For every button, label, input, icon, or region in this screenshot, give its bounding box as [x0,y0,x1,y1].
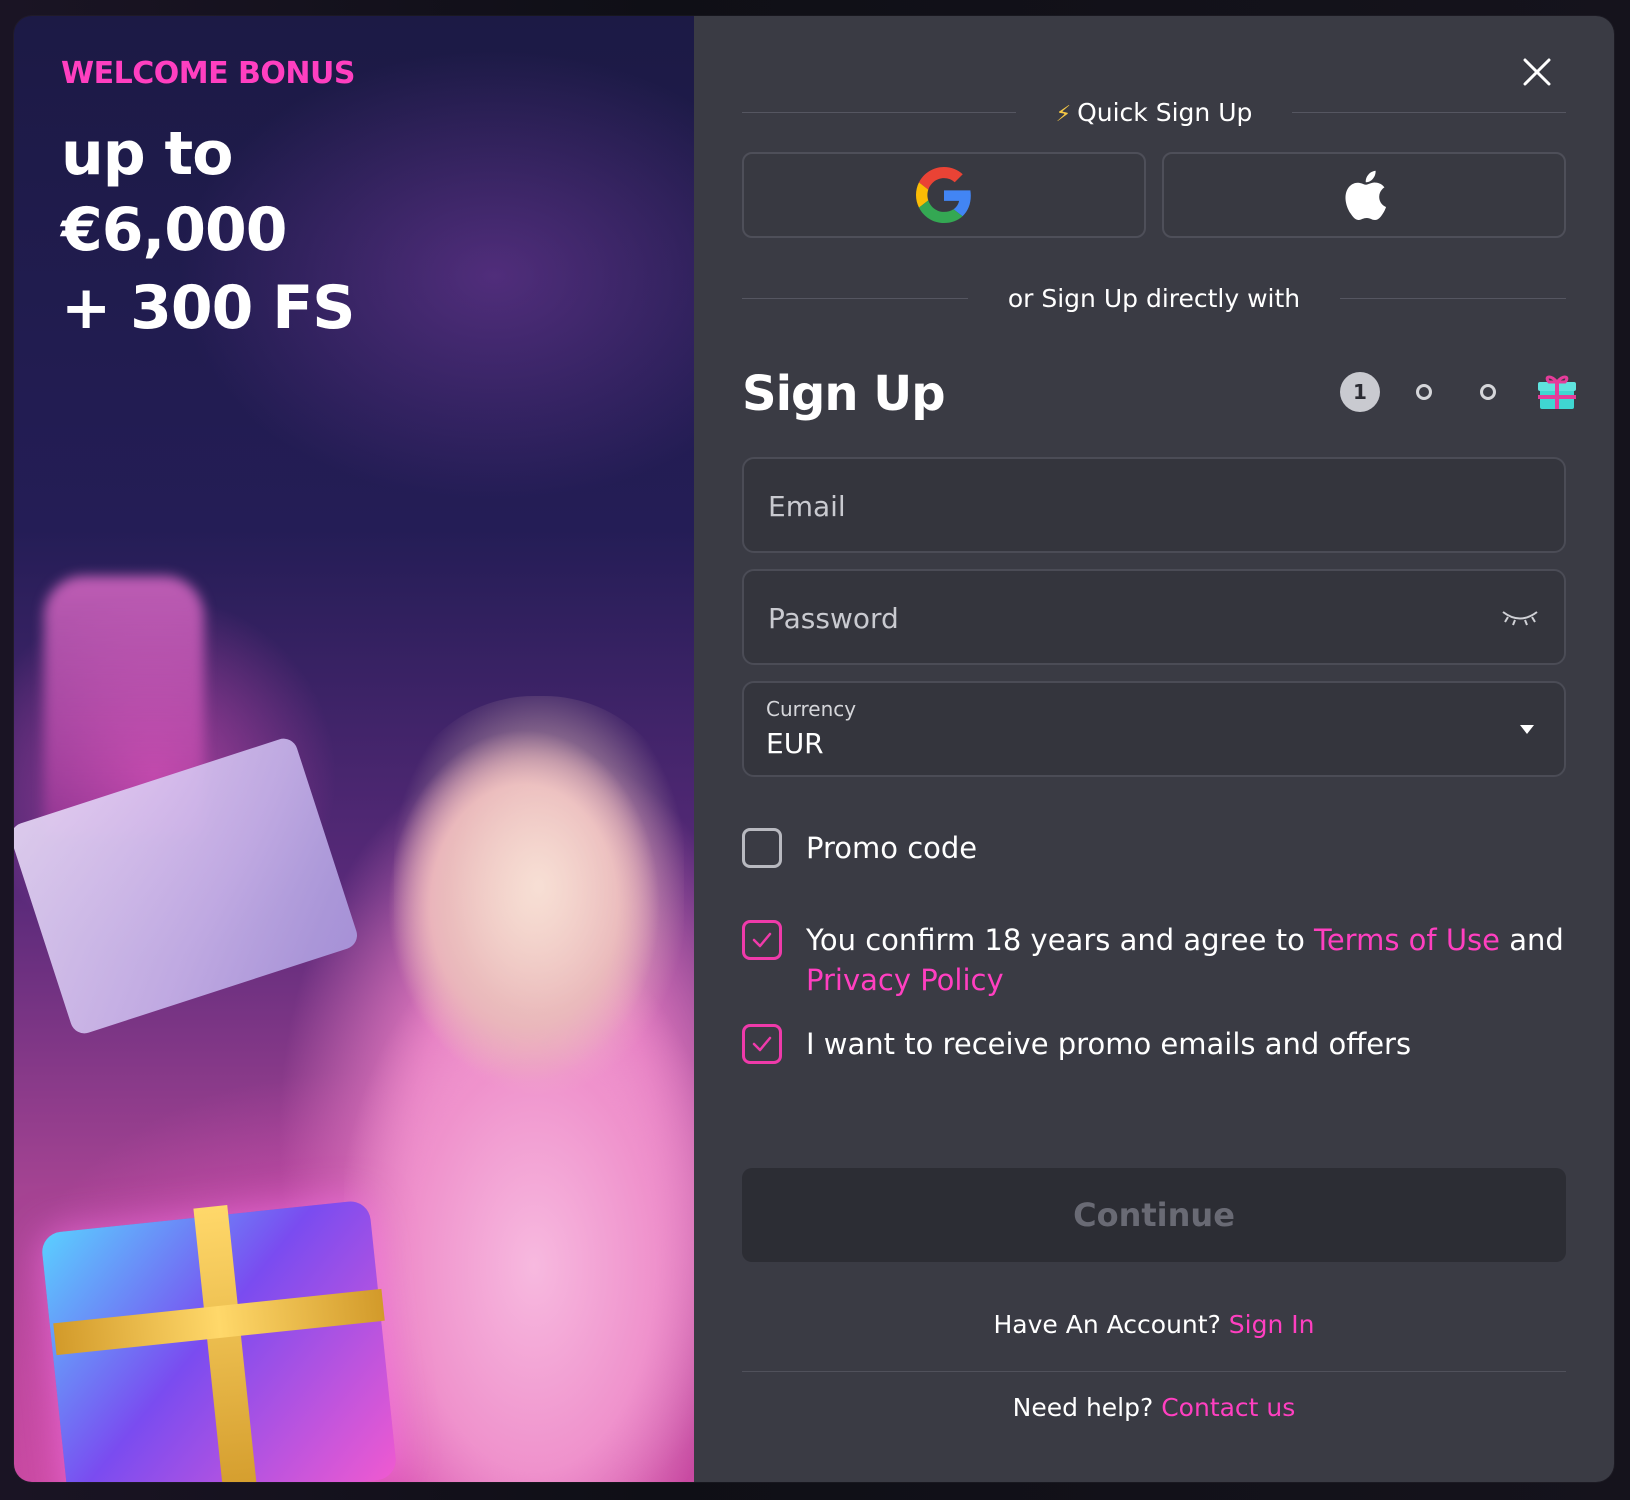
step-indicator-3 [1480,384,1496,400]
divider-line [742,297,968,299]
currency-value: EUR [766,727,824,760]
apple-signup-button[interactable] [1162,152,1566,238]
quick-signup-label: Quick Sign Up [1077,97,1253,127]
password-field[interactable] [742,569,1566,665]
terms-text: You confirm 18 years and agree to Terms … [806,920,1572,1000]
need-help-row: Need help? Contact us [742,1393,1566,1422]
welcome-bonus-label: WELCOME BONUS [61,56,355,91]
contact-us-link[interactable]: Contact us [1161,1393,1295,1422]
have-account-row: Have An Account? Sign In [742,1310,1566,1339]
terms-prefix: You confirm 18 years and agree to [806,923,1315,957]
promo-model-hair-image [394,696,684,1116]
terms-checkbox[interactable] [742,920,782,960]
divider-line [1340,297,1566,299]
email-field[interactable] [742,457,1566,553]
bonus-amount: €6,000 [61,195,288,265]
need-help-text: Need help? [1012,1393,1162,1422]
google-icon [916,167,971,223]
password-input[interactable] [766,571,1470,665]
have-account-text: Have An Account? [993,1310,1229,1339]
promo-code-row: Promo code [742,828,1572,868]
promo-code-checkbox[interactable] [742,828,782,868]
bonus-free-spins: + 300 FS [61,273,355,343]
checkmark-icon [752,1036,772,1052]
step-indicator-current: 1 [1340,372,1380,412]
terms-of-use-link[interactable]: Terms of Use [1314,923,1500,957]
currency-label: Currency [766,697,857,721]
continue-button[interactable]: Continue [742,1168,1566,1262]
divider-line [742,111,1016,113]
promo-emails-label: I want to receive promo emails and offer… [806,1027,1412,1061]
google-signup-button[interactable] [742,152,1146,238]
terms-row: You confirm 18 years and agree to Terms … [742,920,1572,1000]
privacy-policy-link[interactable]: Privacy Policy [806,963,1004,997]
promo-code-label: Promo code [806,831,978,865]
close-button[interactable] [1519,54,1555,90]
step-indicator-2 [1416,384,1432,400]
signup-modal: WELCOME BONUS up to €6,000 + 300 FS ⚡ Qui… [14,16,1614,1482]
quick-signup-divider: ⚡ Quick Sign Up [742,92,1567,132]
bonus-line-1: up to [61,119,233,189]
gift-icon [1538,375,1576,409]
lightning-icon: ⚡ [1055,101,1072,127]
eye-closed-icon[interactable] [1500,607,1540,627]
promo-emails-row: I want to receive promo emails and offer… [742,1024,1572,1064]
quick-signup-heading: ⚡ Quick Sign Up [1016,98,1293,127]
signup-form-panel: ⚡ Quick Sign Up or Sign Up directly with … [694,16,1614,1482]
welcome-bonus-banner: WELCOME BONUS up to €6,000 + 300 FS [14,16,704,1482]
divider-line [1292,111,1567,113]
direct-signup-label: or Sign Up directly with [1007,283,1301,313]
apple-icon [1345,170,1386,221]
page-title: Sign Up [742,366,946,422]
divider-line [742,1371,1566,1372]
direct-signup-divider: or Sign Up directly with [742,278,1566,318]
chevron-down-icon [1520,725,1534,734]
email-input[interactable] [766,459,1470,553]
terms-and: and [1500,923,1564,957]
promo-emails-checkbox[interactable] [742,1024,782,1064]
checkmark-icon [752,932,772,948]
close-icon [1523,58,1551,86]
currency-select[interactable]: Currency EUR [742,681,1566,777]
sign-in-link[interactable]: Sign In [1229,1310,1315,1339]
